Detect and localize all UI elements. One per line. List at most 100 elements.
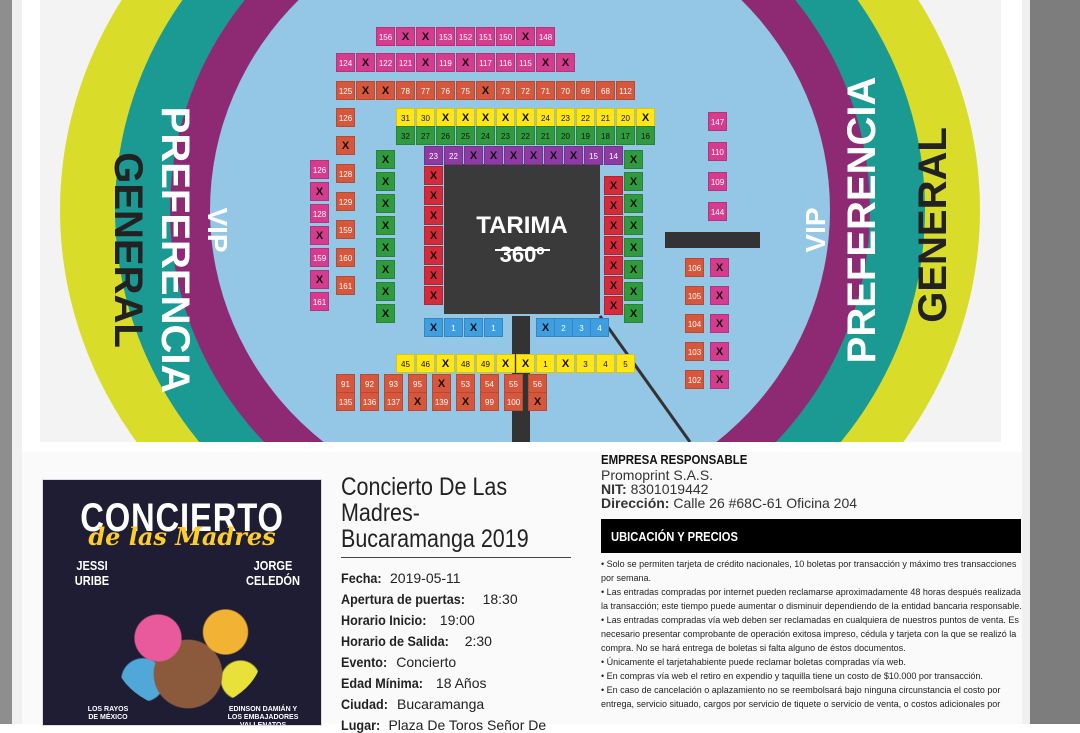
seat-section[interactable]: 99	[480, 392, 499, 411]
seat-section[interactable]: 20	[616, 108, 635, 127]
seat-section[interactable]: 20	[556, 126, 575, 145]
seat-section[interactable]: X	[504, 146, 523, 165]
seat-section[interactable]: 56	[528, 374, 547, 393]
seat-section[interactable]: X	[710, 258, 729, 277]
seat-section[interactable]: 116	[496, 53, 515, 72]
seat-section[interactable]: 54	[480, 374, 499, 393]
seat-section[interactable]: X	[464, 146, 483, 165]
seat-section[interactable]: 68	[596, 81, 615, 100]
seat-section[interactable]: X	[624, 304, 643, 323]
seat-section[interactable]: X	[436, 354, 455, 373]
seat-section[interactable]: 48	[456, 354, 475, 373]
seat-section[interactable]: X	[556, 53, 575, 72]
seat-section[interactable]: 25	[456, 126, 475, 145]
seat-section[interactable]: 152	[456, 27, 475, 46]
seat-section[interactable]: 148	[536, 27, 555, 46]
seat-section[interactable]: X	[310, 182, 329, 201]
seat-section[interactable]: 128	[310, 204, 329, 223]
seat-section[interactable]: 73	[496, 81, 515, 100]
seat-section[interactable]: X	[516, 27, 535, 46]
seat-section[interactable]: 124	[336, 53, 355, 72]
seat-section[interactable]: 24	[476, 126, 495, 145]
seat-section[interactable]: X	[376, 150, 395, 169]
seat-section[interactable]: 30	[416, 108, 435, 127]
seat-section[interactable]: X	[624, 172, 643, 191]
seat-section[interactable]: 5	[616, 354, 635, 373]
seat-section[interactable]: 23	[556, 108, 575, 127]
seat-section[interactable]: X	[604, 236, 623, 255]
seat-section[interactable]: 92	[360, 374, 379, 393]
seat-section[interactable]: 95	[408, 374, 427, 393]
seat-section[interactable]: X	[624, 238, 643, 257]
seat-section[interactable]: 1	[536, 354, 555, 373]
seat-section[interactable]: X	[564, 146, 583, 165]
seat-section[interactable]: X	[376, 81, 395, 100]
seat-section[interactable]: X	[310, 270, 329, 289]
seat-section[interactable]: 122	[376, 53, 395, 72]
seat-section[interactable]: X	[516, 354, 535, 373]
seat-section[interactable]: X	[624, 260, 643, 279]
seat-section[interactable]: 22	[444, 146, 463, 165]
seat-section[interactable]: X	[456, 53, 475, 72]
seat-section[interactable]: 91	[336, 374, 355, 393]
seat-section[interactable]: 76	[436, 81, 455, 100]
seat-section[interactable]: 106	[685, 258, 704, 277]
seat-section[interactable]: X	[376, 282, 395, 301]
seat-section[interactable]: X	[496, 354, 515, 373]
seat-section[interactable]: X	[356, 53, 375, 72]
seat-section[interactable]: 1	[484, 318, 503, 337]
seat-section[interactable]: 18	[596, 126, 615, 145]
seat-section[interactable]: 3	[572, 318, 591, 337]
seat-section[interactable]: 128	[336, 164, 355, 183]
seat-section[interactable]: 69	[576, 81, 595, 100]
seat-section[interactable]: 100	[504, 392, 523, 411]
seat-section[interactable]: X	[396, 27, 415, 46]
event-poster[interactable]: CONCIERTO de las Madres JESSI URIBE JORG…	[42, 479, 322, 726]
seat-section[interactable]: X	[336, 136, 355, 155]
seat-section[interactable]: 78	[396, 81, 415, 100]
seat-section[interactable]: 24	[536, 108, 555, 127]
seat-section[interactable]: 77	[416, 81, 435, 100]
seat-section[interactable]: 160	[336, 248, 355, 267]
seat-section[interactable]: X	[424, 186, 443, 205]
seat-section[interactable]: X	[376, 216, 395, 235]
seat-section[interactable]: 75	[456, 81, 475, 100]
seat-section[interactable]: X	[604, 176, 623, 195]
seat-section[interactable]: X	[604, 256, 623, 275]
seat-section[interactable]: X	[376, 172, 395, 191]
seat-section[interactable]: X	[556, 354, 575, 373]
seat-section[interactable]: 103	[685, 342, 704, 361]
seat-section[interactable]: X	[624, 150, 643, 169]
seat-section[interactable]: X	[604, 216, 623, 235]
seat-section[interactable]: X	[376, 238, 395, 257]
seat-section[interactable]: 19	[576, 126, 595, 145]
seat-section[interactable]: 136	[360, 392, 379, 411]
seat-section[interactable]: 71	[536, 81, 555, 100]
seat-section[interactable]: X	[604, 276, 623, 295]
seat-section[interactable]: X	[424, 166, 443, 185]
seat-section[interactable]: X	[636, 108, 655, 127]
seat-section[interactable]: 23	[424, 146, 443, 165]
seat-section[interactable]: 112	[616, 81, 635, 100]
seat-section[interactable]: X	[456, 108, 475, 127]
seat-section[interactable]: X	[524, 146, 543, 165]
seat-section[interactable]: 153	[436, 27, 455, 46]
seat-section[interactable]: 161	[310, 292, 329, 311]
seat-section[interactable]: 14	[604, 146, 623, 165]
seat-section[interactable]: X	[436, 108, 455, 127]
seat-section[interactable]: X	[604, 296, 623, 315]
seat-section[interactable]: 110	[708, 142, 727, 161]
seat-section[interactable]: X	[624, 216, 643, 235]
seat-section[interactable]: 147	[708, 112, 727, 131]
seat-section[interactable]: X	[416, 27, 435, 46]
seat-section[interactable]: X	[376, 304, 395, 323]
seat-section[interactable]: 119	[436, 53, 455, 72]
seat-section[interactable]: X	[710, 286, 729, 305]
seat-section[interactable]: X	[416, 53, 435, 72]
seat-section[interactable]: 109	[708, 172, 727, 191]
seat-section[interactable]: 102	[685, 370, 704, 389]
seat-section[interactable]: 72	[516, 81, 535, 100]
ubicacion-header[interactable]: UBICACIÓN Y PRECIOS	[601, 519, 1021, 553]
seat-section[interactable]: X	[376, 194, 395, 213]
seat-section[interactable]: X	[604, 196, 623, 215]
